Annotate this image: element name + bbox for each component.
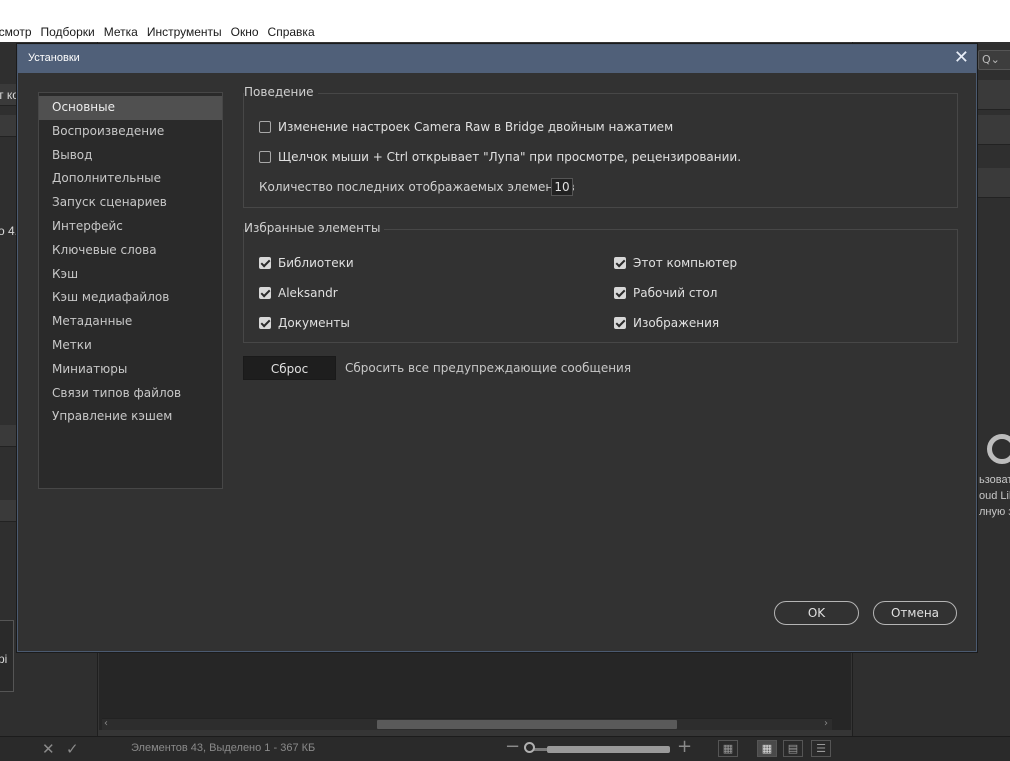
favorite-pictures-label: Изображения: [633, 316, 720, 330]
behavior-group-label: Поведение: [244, 85, 318, 99]
category-interface[interactable]: Интерфейс: [39, 215, 222, 239]
category-advanced[interactable]: Дополнительные: [39, 167, 222, 191]
zoom-in-icon[interactable]: +: [677, 738, 692, 756]
close-icon[interactable]: ✕: [42, 740, 55, 758]
recent-items-label: Количество последних отображаемых элемен…: [259, 180, 575, 194]
menu-help[interactable]: Справка: [268, 25, 315, 41]
scroll-right-icon[interactable]: ›: [824, 718, 828, 729]
ctrl-click-label: Щелчок мыши + Ctrl открывает "Лупа" при …: [278, 150, 742, 164]
menu-label[interactable]: Метка: [104, 25, 138, 41]
favorite-this-pc-option[interactable]: Этот компьютер: [614, 255, 737, 271]
favorite-user-label: Aleksandr: [278, 286, 338, 300]
cancel-button[interactable]: Отмена: [873, 601, 957, 625]
behavior-group: Поведение Изменение настроек Camera Raw …: [243, 85, 958, 208]
favorite-user-checkbox[interactable]: [259, 287, 271, 299]
menu-tools[interactable]: Инструменты: [147, 25, 222, 41]
favorite-pictures-option[interactable]: Изображения: [614, 315, 719, 331]
scroll-left-icon[interactable]: ‹: [104, 718, 108, 729]
zoom-slider[interactable]: [530, 746, 670, 753]
camera-raw-double-click-option[interactable]: Изменение настроек Camera Raw в Bridge д…: [259, 119, 673, 135]
category-output[interactable]: Вывод: [39, 144, 222, 168]
preferences-dialog: Установки ✕ Основные Воспроизведение Выв…: [17, 44, 977, 652]
check-icon[interactable]: ✓: [66, 740, 79, 758]
category-keywords[interactable]: Ключевые слова: [39, 239, 222, 263]
ctrl-click-checkbox[interactable]: [259, 151, 271, 163]
menu-window[interactable]: Окно: [231, 25, 259, 41]
favorite-user-option[interactable]: Aleksandr: [259, 285, 338, 301]
menu-view[interactable]: осмотр: [0, 25, 32, 41]
camera-raw-label: Изменение настроек Camera Raw в Bridge д…: [278, 120, 674, 134]
left-panel-fragment: о 4.: [0, 224, 19, 238]
thumbnail-view-icon[interactable]: ▦: [757, 740, 777, 757]
reset-warnings-button[interactable]: Сброс: [243, 356, 336, 380]
favorite-libraries-label: Библиотеки: [278, 256, 354, 270]
dialog-title: Установки: [28, 52, 80, 64]
recent-items-input[interactable]: 10: [551, 178, 573, 196]
menu-items: осмотр Подборки Метка Инструменты Окно С…: [0, 25, 315, 41]
favorite-documents-checkbox[interactable]: [259, 317, 271, 329]
category-thumbnails[interactable]: Миниатюры: [39, 358, 222, 382]
favorite-pictures-checkbox[interactable]: [614, 317, 626, 329]
category-general[interactable]: Основные: [39, 96, 222, 120]
dialog-titlebar[interactable]: Установки ✕: [18, 45, 976, 73]
category-file-type-associations[interactable]: Связи типов файлов: [39, 382, 222, 406]
right-panel-fragment: ьзоват: [979, 474, 1010, 486]
favorite-documents-label: Документы: [278, 316, 350, 330]
search-field[interactable]: Q⌄: [978, 50, 1010, 70]
category-media-cache[interactable]: Кэш медиафайлов: [39, 286, 222, 310]
category-cache-management[interactable]: Управление кэшем: [39, 405, 222, 429]
status-text: Элементов 43, Выделено 1 - 367 КБ: [131, 742, 316, 754]
category-startup-scripts[interactable]: Запуск сценариев: [39, 191, 222, 215]
favorite-this-pc-checkbox[interactable]: [614, 257, 626, 269]
favorite-desktop-checkbox[interactable]: [614, 287, 626, 299]
ok-button[interactable]: OK: [774, 601, 859, 625]
favorite-desktop-label: Рабочий стол: [633, 286, 718, 300]
favorites-group: Избранные элементы Библиотеки Aleksandr …: [243, 221, 958, 343]
horizontal-scrollbar[interactable]: ‹ ›: [102, 718, 832, 730]
list-view-icon[interactable]: ☰: [811, 740, 831, 757]
status-bar: ✕ ✓ Элементов 43, Выделено 1 - 367 КБ − …: [0, 736, 1010, 761]
favorite-documents-option[interactable]: Документы: [259, 315, 350, 331]
favorite-desktop-option[interactable]: Рабочий стол: [614, 285, 717, 301]
category-playback[interactable]: Воспроизведение: [39, 120, 222, 144]
favorite-libraries-checkbox[interactable]: [259, 257, 271, 269]
favorites-group-label: Избранные элементы: [244, 221, 385, 235]
right-panel-fragment: лную за: [979, 506, 1010, 518]
category-labels[interactable]: Метки: [39, 334, 222, 358]
grid-lock-icon[interactable]: ▦: [718, 740, 738, 757]
creative-cloud-icon: [987, 434, 1010, 464]
details-view-icon[interactable]: ▤: [783, 740, 803, 757]
app-menubar: осмотр Подборки Метка Инструменты Окно С…: [0, 0, 1010, 42]
zoom-slider-fill: [546, 746, 670, 753]
category-list: Основные Воспроизведение Вывод Дополните…: [38, 92, 223, 489]
reset-warnings-label: Сбросить все предупреждающие сообщения: [345, 361, 632, 375]
close-icon[interactable]: ✕: [954, 47, 969, 69]
favorite-libraries-option[interactable]: Библиотеки: [259, 255, 354, 271]
zoom-slider-knob[interactable]: [524, 742, 535, 753]
camera-raw-checkbox[interactable]: [259, 121, 271, 133]
left-panel-fragment: pi: [0, 652, 8, 666]
favorite-this-pc-label: Этот компьютер: [633, 256, 738, 270]
scrollbar-thumb[interactable]: [377, 720, 677, 729]
ctrl-click-loupe-option[interactable]: Щелчок мыши + Ctrl открывает "Лупа" при …: [259, 149, 741, 165]
category-cache[interactable]: Кэш: [39, 263, 222, 287]
right-panel-fragment: oud Lib: [979, 490, 1010, 502]
category-metadata[interactable]: Метаданные: [39, 310, 222, 334]
zoom-out-icon[interactable]: −: [505, 738, 520, 756]
menu-collections[interactable]: Подборки: [41, 25, 95, 41]
